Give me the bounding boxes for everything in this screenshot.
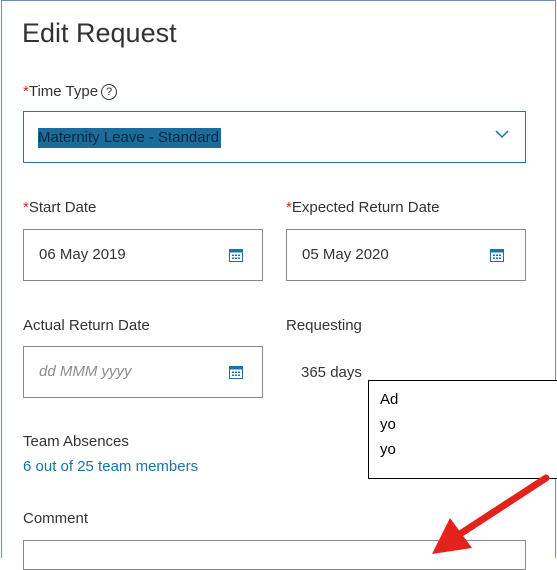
callout-line: Ad [380,391,399,408]
calendar-icon[interactable] [229,249,243,262]
expected-return-date-label-text: Expected Return Date [291,199,440,216]
callout-line: yo [380,416,396,433]
calendar-icon[interactable] [229,366,243,379]
start-date-label: *Start Date [23,199,96,216]
expected-return-date-label: *Expected Return Date [286,199,439,216]
comment-label: Comment [23,510,89,527]
annotation-arrow-icon [432,474,550,554]
time-type-label-text: Time Type [28,83,99,100]
actual-return-date-label: Actual Return Date [23,317,150,334]
calendar-icon[interactable] [490,249,504,262]
time-type-label: *Time Type? [23,83,118,100]
actual-return-date-placeholder: dd MMM yyyy [39,363,132,380]
requesting-value: 365 days [301,364,362,381]
actual-return-date-field[interactable]: dd MMM yyyy [23,346,263,398]
team-absences-link[interactable]: 6 out of 25 team members [23,458,198,475]
help-icon[interactable]: ? [101,84,118,100]
time-type-selected-value: Maternity Leave - Standard [38,128,221,148]
start-date-field[interactable]: 06 May 2019 [23,229,263,281]
expected-return-date-value: 05 May 2020 [302,246,389,263]
chevron-down-icon [495,130,509,139]
expected-return-date-field[interactable]: 05 May 2020 [286,229,526,281]
team-absences-label: Team Absences [23,433,129,450]
start-date-value: 06 May 2019 [39,246,126,263]
time-type-select[interactable]: Maternity Leave - Standard [23,111,526,163]
annotation-callout: Ad yo yo [368,380,557,479]
callout-line: yo [380,441,396,458]
page-title: Edit Request [22,18,177,48]
start-date-label-text: Start Date [28,199,97,216]
requesting-label: Requesting [286,317,362,334]
